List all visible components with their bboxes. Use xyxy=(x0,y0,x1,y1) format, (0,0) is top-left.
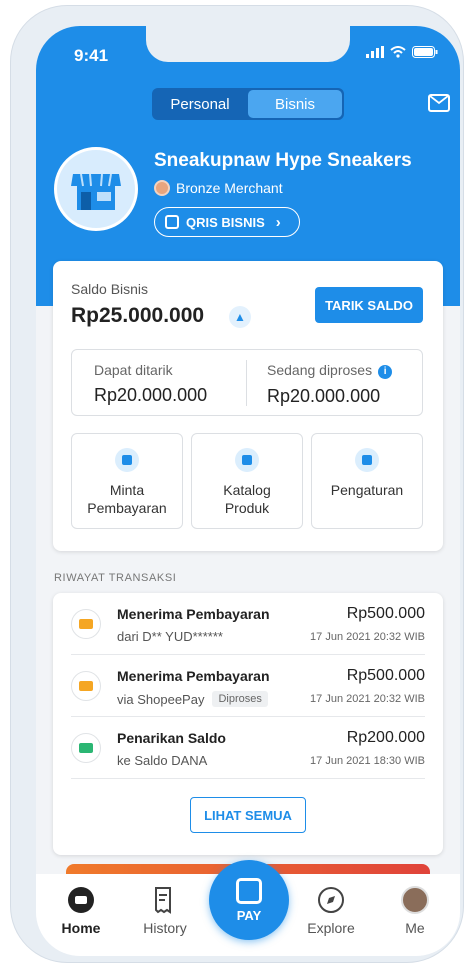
divider xyxy=(246,360,247,406)
pay-label: PAY xyxy=(236,907,262,923)
tx-date: 17 Jun 2021 20:32 WIB xyxy=(310,693,425,705)
balance-card: Saldo Bisnis Rp25.000.000 ▲ TARIK SALDO … xyxy=(53,261,443,551)
tx-title: Menerima Pembayaran xyxy=(117,668,270,684)
tx-date: 17 Jun 2021 20:32 WIB xyxy=(310,631,425,643)
tarik-saldo-button[interactable]: TARIK SALDO xyxy=(315,287,423,323)
nav-explore-label: Explore xyxy=(307,920,355,936)
see-all-button[interactable]: LIHAT SEMUA xyxy=(190,797,306,833)
action-label: Minta Pembayaran xyxy=(87,482,167,516)
nav-me[interactable]: Me xyxy=(380,886,450,936)
nav-home-label: Home xyxy=(61,920,101,936)
chevron-right-icon: › xyxy=(275,213,281,231)
mail-icon[interactable] xyxy=(428,94,450,112)
medal-icon xyxy=(154,180,170,196)
tx-amount: Rp200.000 xyxy=(346,729,425,746)
home-icon xyxy=(67,886,95,914)
avatar xyxy=(401,886,429,914)
pay-button[interactable]: PAY xyxy=(209,860,289,940)
quick-actions: Minta Pembayaran Katalog Produk Pengatur… xyxy=(71,433,423,529)
action-label: Pengaturan xyxy=(330,482,404,498)
balance-breakdown: Dapat ditarik Rp20.000.000 Sedang dipros… xyxy=(71,349,423,416)
status-badge: Diproses xyxy=(212,691,268,707)
receipt-icon xyxy=(151,886,179,914)
store-icon xyxy=(71,173,121,210)
store-avatar xyxy=(54,147,138,231)
tx-date: 17 Jun 2021 18:30 WIB xyxy=(310,755,425,767)
action-pengaturan[interactable]: Pengaturan xyxy=(311,433,423,529)
sedang-diproses-value: Rp20.000.000 xyxy=(267,385,381,406)
sedang-diproses: Sedang diproses i Rp20.000.000 xyxy=(267,362,393,407)
row-divider xyxy=(71,778,425,779)
qr-icon xyxy=(165,215,179,229)
account-type-toggle: Personal Bisnis xyxy=(152,88,344,120)
business-name: Sneakupnaw Hype Sneakers xyxy=(154,150,412,171)
merchant-tier-label: Bronze Merchant xyxy=(176,180,283,196)
table-row[interactable]: Penarikan Saldo ke Saldo DANA Rp200.000 … xyxy=(53,717,443,779)
nav-explore[interactable]: Explore xyxy=(296,886,366,936)
tx-sub: ke Saldo DANA xyxy=(117,753,207,768)
request-payment-icon xyxy=(115,448,139,472)
dapat-ditarik-label: Dapat ditarik xyxy=(94,362,173,378)
saldo-amount: Rp25.000.000 xyxy=(71,304,205,327)
tx-sub: dari D** YUD****** xyxy=(117,629,223,644)
phone-frame: 9:41 Personal Bisnis Sneakupnaw Hype Sne… xyxy=(11,6,463,962)
store-settings-icon xyxy=(355,448,379,472)
toggle-bisnis[interactable]: Bisnis xyxy=(248,90,342,118)
tx-amount: Rp500.000 xyxy=(346,667,425,684)
table-row[interactable]: Menerima Pembayaran via ShopeePay Diprose… xyxy=(53,655,443,717)
tx-amount: Rp500.000 xyxy=(346,605,425,622)
tx-sub: via ShopeePay Diproses xyxy=(117,691,268,707)
signal-icon xyxy=(366,46,384,58)
dapat-ditarik: Dapat ditarik Rp20.000.000 xyxy=(94,362,207,406)
sedang-diproses-label: Sedang diproses xyxy=(267,362,373,378)
tx-title: Penarikan Saldo xyxy=(117,730,226,746)
chevron-up-icon[interactable]: ▲ xyxy=(229,306,251,328)
transaction-history-card: Menerima Pembayaran dari D** YUD****** R… xyxy=(53,593,443,855)
toggle-personal[interactable]: Personal xyxy=(154,90,246,118)
table-row[interactable]: Menerima Pembayaran dari D** YUD****** R… xyxy=(53,593,443,655)
catalog-icon xyxy=(235,448,259,472)
receive-payment-icon xyxy=(71,609,101,639)
tx-sub-text: dari D** YUD****** xyxy=(117,629,223,644)
tx-title: Menerima Pembayaran xyxy=(117,606,270,622)
nav-history[interactable]: History xyxy=(130,886,200,936)
receive-payment-icon xyxy=(71,671,101,701)
device-notch xyxy=(146,26,350,62)
qr-scan-icon xyxy=(236,877,262,904)
tx-sub-text: via ShopeePay xyxy=(117,691,205,707)
app-screen: 9:41 Personal Bisnis Sneakupnaw Hype Sne… xyxy=(36,26,460,956)
dapat-ditarik-value: Rp20.000.000 xyxy=(94,385,208,405)
merchant-tier: Bronze Merchant xyxy=(154,180,283,196)
qris-label: QRIS BISNIS xyxy=(186,214,265,230)
withdraw-icon xyxy=(71,733,101,763)
wifi-icon xyxy=(390,46,406,58)
info-icon[interactable]: i xyxy=(378,364,393,379)
saldo-label: Saldo Bisnis xyxy=(71,281,149,297)
nav-me-label: Me xyxy=(405,920,425,936)
status-time: 9:41 xyxy=(74,46,109,65)
status-icons xyxy=(366,46,438,58)
tx-sub-text: ke Saldo DANA xyxy=(117,753,208,768)
action-katalog-produk[interactable]: Katalog Produk xyxy=(191,433,303,529)
history-section-title: RIWAYAT TRANSAKSI xyxy=(54,572,177,584)
action-label: Katalog Produk xyxy=(223,482,271,516)
action-minta-pembayaran[interactable]: Minta Pembayaran xyxy=(71,433,183,529)
qris-bisnis-button[interactable]: QRIS BISNIS › xyxy=(154,207,300,237)
battery-icon xyxy=(412,46,438,58)
compass-icon xyxy=(317,886,345,914)
nav-home[interactable]: Home xyxy=(46,886,116,936)
nav-history-label: History xyxy=(143,920,187,936)
